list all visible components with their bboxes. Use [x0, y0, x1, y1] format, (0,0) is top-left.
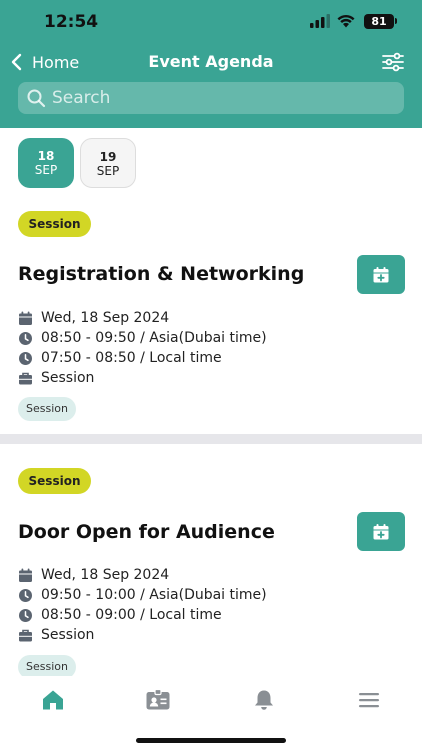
session-event-time-row: 09:50 - 10:00 / Asia(Dubai time)	[18, 585, 267, 605]
date-selector: 18 SEP 19 SEP	[18, 138, 136, 188]
date-tab-18-sep[interactable]: 18 SEP	[18, 138, 74, 188]
session-event-time-row: 08:50 - 09:50 / Asia(Dubai time)	[18, 328, 267, 348]
header: 12:54 81 Home Event Agenda	[0, 0, 422, 128]
session-title: Registration & Networking	[18, 263, 305, 285]
clock-icon	[19, 608, 32, 622]
wifi-icon	[337, 14, 355, 28]
clock-icon	[19, 588, 32, 602]
add-to-calendar-button[interactable]	[357, 512, 405, 551]
search-bar[interactable]	[18, 82, 404, 114]
session-local-time-row: 08:50 - 09:00 / Local time	[18, 605, 267, 625]
session-date: Wed, 18 Sep 2024	[41, 310, 170, 326]
date-day: 19	[99, 150, 117, 164]
cellular-signal-icon	[310, 14, 330, 28]
session-details: Wed, 18 Sep 2024 09:50 - 10:00 / Asia(Du…	[18, 565, 267, 645]
session-date-row: Wed, 18 Sep 2024	[18, 565, 267, 585]
clock-icon	[19, 331, 32, 345]
bell-icon[interactable]	[251, 688, 277, 712]
menu-icon[interactable]	[356, 688, 382, 712]
calendar-plus-icon	[373, 266, 389, 282]
date-day: 18	[37, 149, 55, 163]
briefcase-icon	[19, 629, 32, 641]
clock-icon	[19, 351, 32, 365]
session-card[interactable]: Session Door Open for Audience Wed, 18 S…	[0, 468, 422, 679]
status-bar: 12:54 81	[0, 0, 422, 44]
calendar-icon	[19, 311, 32, 325]
session-type: Session	[41, 627, 95, 643]
date-tab-19-sep[interactable]: 19 SEP	[80, 138, 136, 188]
home-indicator	[136, 738, 286, 743]
navigation-bar: Home Event Agenda	[0, 44, 422, 80]
card-divider	[0, 434, 422, 444]
filter-sliders-icon[interactable]	[382, 52, 404, 72]
session-badge: Session	[18, 468, 91, 494]
session-type-row: Session	[18, 368, 267, 388]
session-date: Wed, 18 Sep 2024	[41, 567, 170, 583]
battery-indicator: 81	[364, 14, 397, 29]
page-title: Event Agenda	[148, 52, 274, 71]
session-badge: Session	[18, 211, 91, 237]
session-event-time: 08:50 - 09:50 / Asia(Dubai time)	[41, 330, 267, 346]
session-details: Wed, 18 Sep 2024 08:50 - 09:50 / Asia(Du…	[18, 308, 267, 388]
briefcase-icon	[19, 372, 32, 384]
home-icon[interactable]	[40, 688, 66, 712]
search-input[interactable]	[52, 88, 382, 108]
session-type-row: Session	[18, 625, 267, 645]
badge-icon[interactable]	[145, 688, 171, 712]
search-icon	[27, 89, 46, 108]
session-date-row: Wed, 18 Sep 2024	[18, 308, 267, 328]
date-month: SEP	[34, 163, 58, 177]
session-local-time: 07:50 - 08:50 / Local time	[41, 350, 222, 366]
session-card[interactable]: Session Registration & Networking Wed, 1…	[0, 210, 422, 434]
session-title: Door Open for Audience	[18, 521, 275, 543]
session-tag: Session	[18, 397, 76, 421]
date-month: SEP	[96, 164, 120, 178]
session-local-time-row: 07:50 - 08:50 / Local time	[18, 348, 267, 368]
calendar-icon	[19, 568, 32, 582]
add-to-calendar-button[interactable]	[357, 255, 405, 294]
session-event-time: 09:50 - 10:00 / Asia(Dubai time)	[41, 587, 267, 603]
session-local-time: 08:50 - 09:00 / Local time	[41, 607, 222, 623]
session-type: Session	[41, 370, 95, 386]
status-time: 12:54	[44, 12, 99, 32]
calendar-plus-icon	[373, 523, 389, 539]
